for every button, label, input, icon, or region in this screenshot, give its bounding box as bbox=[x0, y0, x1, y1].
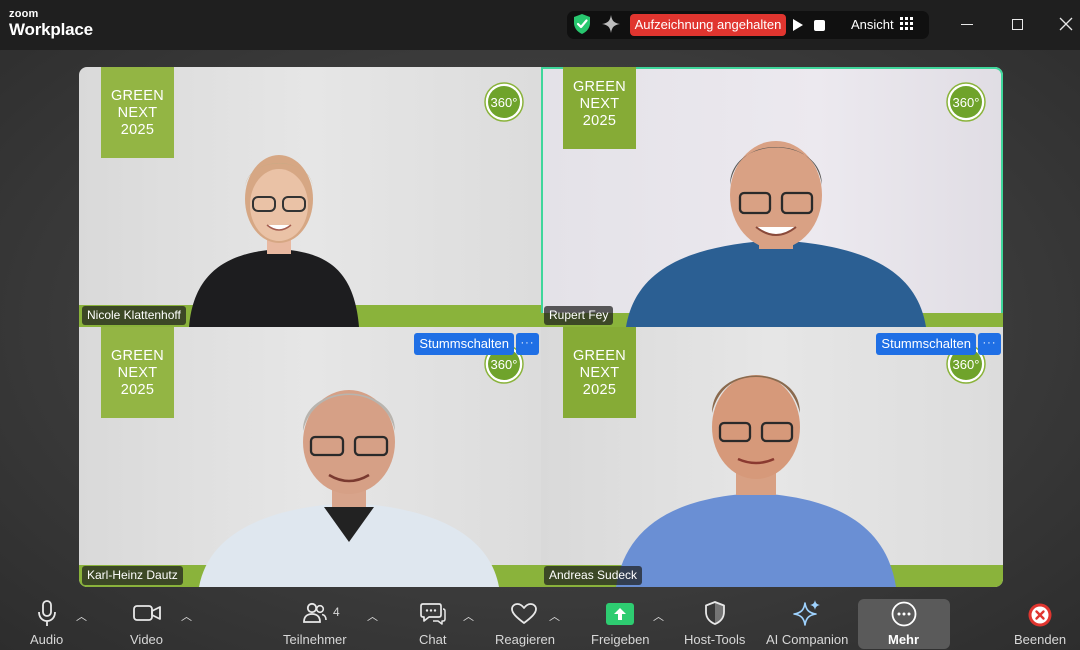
video-tile-2-active-speaker[interactable]: GREEN NEXT 2025 360° Rupert Fey bbox=[541, 67, 1003, 327]
react-label: Reagieren bbox=[495, 632, 555, 647]
heart-icon bbox=[511, 603, 537, 624]
host-tools-label: Host-Tools bbox=[684, 632, 746, 647]
video-options-chevron-up-icon[interactable]: ︿ bbox=[181, 608, 192, 624]
participant-name: Rupert Fey bbox=[544, 306, 614, 325]
share-screen-button[interactable]: Freigeben bbox=[590, 596, 650, 648]
participant-more-button[interactable]: ··· bbox=[516, 333, 539, 355]
video-tile-3[interactable]: GREEN NEXT 2025 360° Stummschalten ··· Kar… bbox=[79, 327, 541, 587]
host-tools-shield-icon bbox=[705, 601, 725, 625]
end-meeting-button[interactable]: Beenden bbox=[1012, 596, 1068, 648]
microphone-icon bbox=[38, 600, 56, 626]
chat-icon bbox=[420, 603, 446, 625]
more-button[interactable]: Mehr bbox=[858, 596, 950, 648]
close-window-button[interactable] bbox=[1051, 10, 1080, 38]
participants-button[interactable]: 4 Teilnehmer bbox=[283, 596, 349, 648]
host-tools-button[interactable]: Host-Tools bbox=[683, 596, 747, 648]
brand-small: zoom bbox=[9, 8, 39, 20]
close-icon bbox=[1059, 17, 1073, 31]
svg-text:360°: 360° bbox=[491, 95, 518, 110]
share-options-chevron-up-icon[interactable]: ︿ bbox=[653, 608, 664, 624]
video-tile-4[interactable]: GREEN NEXT 2025 360° Stummschalten ··· And… bbox=[541, 327, 1003, 587]
chat-label: Chat bbox=[419, 632, 447, 647]
meeting-toolbar: Audio ︿ Video ︿ 4 Teilnehmer ︿ Chat ︿ Re… bbox=[0, 596, 1080, 650]
title-bar: zoom Workplace Aufzeichnung angehalten A… bbox=[0, 0, 1080, 50]
minimize-button[interactable] bbox=[952, 10, 982, 38]
ai-companion-sparkle-icon bbox=[793, 600, 820, 626]
participant-name: Andreas Sudeck bbox=[544, 566, 643, 585]
participant-name: Nicole Klattenhoff bbox=[82, 306, 186, 325]
end-meeting-icon bbox=[1028, 603, 1052, 627]
grid-view-icon[interactable] bbox=[900, 17, 913, 30]
recording-status-badge[interactable]: Aufzeichnung angehalten bbox=[630, 14, 786, 36]
stop-recording-icon[interactable] bbox=[809, 14, 829, 36]
audio-label: Audio bbox=[30, 632, 64, 647]
chat-button[interactable]: Chat bbox=[418, 596, 450, 648]
mute-participant-button[interactable]: Stummschalten bbox=[414, 333, 514, 355]
video-label: Video bbox=[130, 632, 164, 647]
participant-more-button[interactable]: ··· bbox=[978, 333, 1001, 355]
ai-companion-label: AI Companion bbox=[766, 632, 849, 647]
share-screen-icon bbox=[606, 603, 634, 625]
svg-text:360°: 360° bbox=[953, 357, 980, 372]
react-options-chevron-up-icon[interactable]: ︿ bbox=[549, 608, 560, 624]
audio-options-chevron-up-icon[interactable]: ︿ bbox=[76, 608, 87, 624]
logo-360-icon: 360° bbox=[946, 82, 986, 122]
mute-participant-button[interactable]: Stummschalten bbox=[876, 333, 976, 355]
participant-video bbox=[189, 155, 359, 327]
participant-video bbox=[626, 141, 926, 327]
green-next-banner: GREEN NEXT 2025 bbox=[101, 67, 174, 158]
share-label: Freigeben bbox=[591, 632, 650, 647]
brand-name: Workplace bbox=[9, 20, 93, 39]
video-camera-icon bbox=[133, 605, 161, 621]
more-options-icon bbox=[891, 601, 917, 627]
participant-count: 4 bbox=[333, 605, 340, 619]
more-label: Mehr bbox=[888, 632, 920, 647]
video-button[interactable]: Video bbox=[130, 596, 164, 648]
resume-recording-icon[interactable] bbox=[788, 14, 808, 36]
participants-icon bbox=[303, 602, 327, 623]
chat-options-chevron-up-icon[interactable]: ︿ bbox=[463, 608, 474, 624]
ai-companion-button[interactable]: AI Companion bbox=[766, 596, 850, 648]
svg-text:360°: 360° bbox=[953, 95, 980, 110]
ai-sparkle-icon[interactable] bbox=[601, 14, 621, 34]
participant-name: Karl-Heinz Dautz bbox=[82, 566, 183, 585]
participants-options-chevron-up-icon[interactable]: ︿ bbox=[367, 608, 378, 624]
participants-label: Teilnehmer bbox=[283, 632, 347, 647]
end-label: Beenden bbox=[1014, 632, 1067, 647]
audio-button[interactable]: Audio bbox=[30, 596, 64, 648]
shield-check-icon[interactable] bbox=[572, 13, 592, 35]
app-logo: zoom Workplace bbox=[9, 8, 93, 39]
participant-video bbox=[616, 375, 896, 587]
react-button[interactable]: Reagieren bbox=[494, 596, 555, 648]
participant-video bbox=[199, 390, 499, 587]
maximize-button[interactable] bbox=[1002, 10, 1032, 38]
green-next-banner: GREEN NEXT 2025 bbox=[101, 327, 174, 418]
logo-360-icon: 360° bbox=[484, 82, 524, 122]
view-button[interactable]: Ansicht bbox=[851, 17, 894, 32]
video-tile-1[interactable]: GREEN NEXT 2025 360° Nicole Klattenhoff bbox=[79, 67, 541, 327]
